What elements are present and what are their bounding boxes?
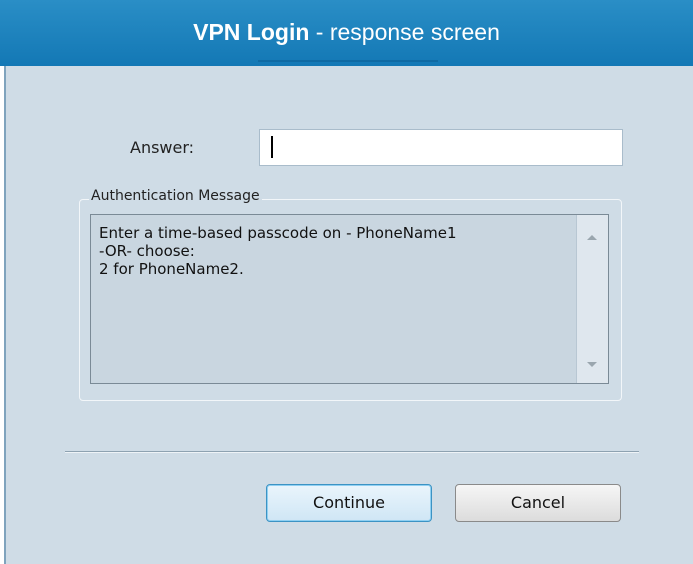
auth-message-line: -OR- choose:	[99, 242, 195, 260]
divider	[65, 451, 639, 453]
text-caret	[271, 136, 273, 158]
auth-message-legend: Authentication Message	[89, 188, 262, 204]
auth-message-line: 2 for PhoneName2.	[99, 260, 244, 278]
auth-message-text: Enter a time-based passcode on - PhoneNa…	[99, 224, 569, 278]
continue-button[interactable]: Continue	[266, 484, 432, 522]
vpn-login-window: VPN Login - response screen Answer: Auth…	[0, 0, 693, 564]
title-subtitle: - response screen	[309, 19, 500, 45]
scroll-up-arrow-icon[interactable]	[587, 235, 597, 240]
auth-message-box[interactable]: Enter a time-based passcode on - PhoneNa…	[90, 214, 609, 384]
auth-message-scrollbar[interactable]	[576, 215, 608, 383]
scroll-down-arrow-icon[interactable]	[587, 362, 597, 367]
auth-message-line: Enter a time-based passcode on - PhoneNa…	[99, 224, 457, 242]
answer-input[interactable]	[259, 129, 623, 166]
cancel-button[interactable]: Cancel	[455, 484, 621, 522]
answer-label: Answer:	[130, 138, 195, 157]
title-main: VPN Login	[193, 19, 310, 45]
title-underline	[258, 60, 438, 62]
title-bar: VPN Login - response screen	[0, 0, 693, 66]
